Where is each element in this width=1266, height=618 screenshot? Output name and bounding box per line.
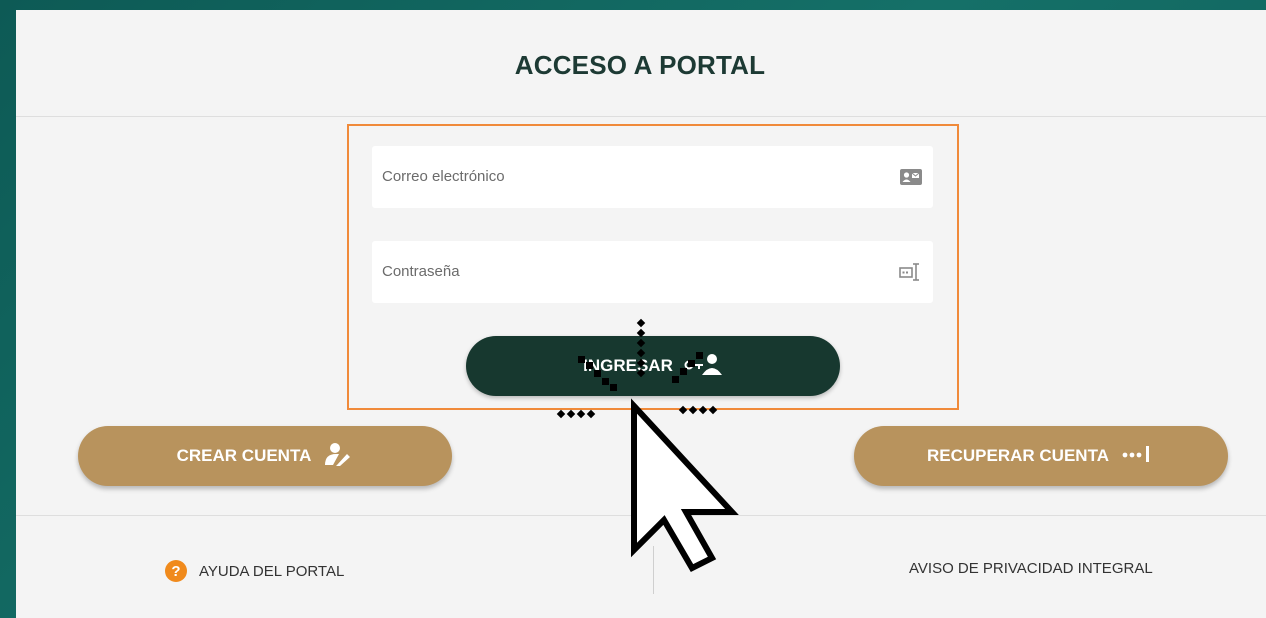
password-dots-icon: [1121, 444, 1155, 469]
privacy-notice-link[interactable]: AVISO DE PRIVACIDAD INTEGRAL: [909, 560, 1153, 577]
login-panel: ACCESO A PORTAL Correo electrónico Contr…: [16, 10, 1266, 618]
pointer-cursor-icon: [556, 318, 739, 572]
email-placeholder: Correo electrónico: [382, 168, 505, 185]
header: ACCESO A PORTAL: [16, 10, 1266, 117]
question-icon: ?: [165, 560, 187, 582]
text-cursor-icon: [899, 261, 923, 283]
create-account-button[interactable]: CREAR CUENTA: [78, 426, 452, 486]
password-placeholder: Contraseña: [382, 263, 460, 280]
recover-account-label: RECUPERAR CUENTA: [927, 446, 1109, 465]
id-card-icon: [899, 166, 923, 188]
page-title: ACCESO A PORTAL: [514, 49, 766, 80]
email-field[interactable]: Correo electrónico: [372, 146, 933, 208]
password-field[interactable]: Contraseña: [372, 241, 933, 303]
recover-account-button[interactable]: RECUPERAR CUENTA: [854, 426, 1228, 486]
portal-help-link[interactable]: ? AYUDA DEL PORTAL: [165, 560, 344, 582]
create-account-label: CREAR CUENTA: [176, 446, 312, 465]
portal-help-label: AYUDA DEL PORTAL: [199, 562, 345, 580]
user-edit-icon: [323, 441, 353, 472]
